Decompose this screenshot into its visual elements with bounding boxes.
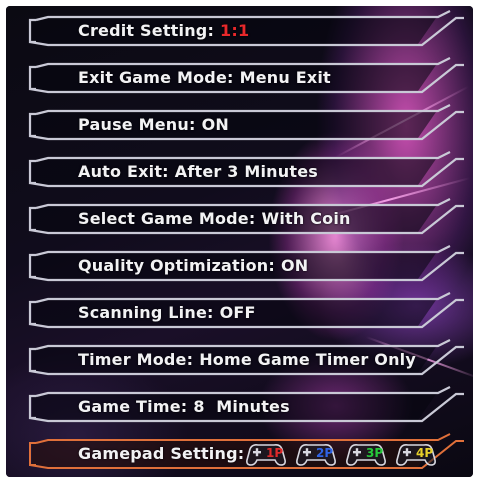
- menu-item-auto-exit[interactable]: Auto Exit: After 3 Minutes: [26, 151, 464, 189]
- menu-item-label: Select Game Mode:: [78, 209, 256, 228]
- menu-item-value: OFF: [219, 303, 256, 322]
- gamepad-label: 3P: [366, 446, 384, 460]
- menu-item-value: ON: [280, 256, 309, 275]
- menu-item-label: Timer Mode:: [78, 350, 194, 369]
- gamepad-list: 1P 2P 3P 4P: [244, 440, 438, 468]
- menu-item-label: Quality Optimization:: [78, 256, 275, 275]
- menu-item-value: Menu Exit: [239, 68, 331, 87]
- menu-item-value: After 3 Minutes: [174, 162, 318, 181]
- menu-item-game-time[interactable]: Game Time: 8 Minutes: [26, 386, 464, 424]
- menu-item-scanning-line[interactable]: Scanning Line: OFF: [26, 292, 464, 330]
- menu-item-select-game-mode[interactable]: Select Game Mode: With Coin: [26, 198, 464, 236]
- menu-item-label: Credit Setting:: [78, 21, 215, 40]
- gamepad-label: 4P: [416, 446, 434, 460]
- menu-item-quality-optimization[interactable]: Quality Optimization: ON: [26, 245, 464, 283]
- menu-item-label: Auto Exit:: [78, 162, 169, 181]
- gamepad-4p[interactable]: 4P: [394, 440, 438, 468]
- gamepad-1p[interactable]: 1P: [244, 440, 288, 468]
- menu-item-pause-menu[interactable]: Pause Menu: ON: [26, 104, 464, 142]
- settings-screen: Credit Setting: 1:1 Exit Game Mode: Menu E…: [6, 6, 473, 477]
- menu-item-gamepad-setting[interactable]: Gamepad Setting: 1P 2P 3P 4P: [26, 433, 464, 471]
- gamepad-2p[interactable]: 2P: [294, 440, 338, 468]
- gamepad-label: 1P: [266, 446, 284, 460]
- menu-item-timer-mode[interactable]: Timer Mode: Home Game Timer Only: [26, 339, 464, 377]
- gamepad-label: 2P: [316, 446, 334, 460]
- menu-item-label: Pause Menu:: [78, 115, 196, 134]
- gamepad-3p[interactable]: 3P: [344, 440, 388, 468]
- menu-item-label: Scanning Line:: [78, 303, 214, 322]
- menu-item-exit-game-mode[interactable]: Exit Game Mode: Menu Exit: [26, 57, 464, 95]
- menu-item-value: ON: [201, 115, 229, 134]
- menu-item-credit-setting[interactable]: Credit Setting: 1:1: [26, 10, 464, 48]
- menu-item-label: Gamepad Setting:: [78, 444, 245, 463]
- menu-item-value: Home Game Timer Only: [199, 350, 416, 369]
- menu-item-label: Exit Game Mode:: [78, 68, 234, 87]
- menu-item-value: 8 Minutes: [193, 397, 290, 416]
- menu-item-label: Game Time:: [78, 397, 188, 416]
- menu-item-value: 1:1: [220, 21, 250, 40]
- menu-item-value: With Coin: [261, 209, 351, 228]
